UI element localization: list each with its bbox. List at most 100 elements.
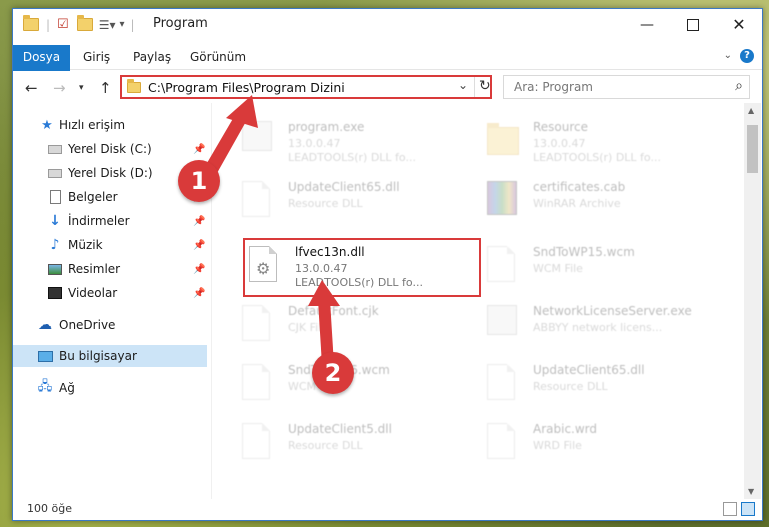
item-count: 100 öğe (27, 502, 72, 515)
computer-icon (37, 348, 53, 364)
dll-icon (242, 181, 274, 219)
recent-locations-icon[interactable]: ▾ (79, 83, 84, 93)
separator (474, 77, 475, 97)
pin-icon[interactable]: 📌 (193, 216, 205, 227)
folder-icon (487, 121, 519, 159)
file-detail: Resource DLL (288, 197, 363, 210)
sidebar-item-quick-access[interactable]: ★ Hızlı erişim (13, 114, 207, 136)
tab-giris[interactable]: Giriş (83, 45, 110, 69)
file-item[interactable]: SndToWP15.wcm WCM File (483, 240, 713, 288)
search-icon[interactable]: ⌕ (735, 78, 743, 94)
chevron-down-icon[interactable]: ⌄ (458, 78, 468, 92)
scroll-thumb[interactable] (747, 125, 758, 173)
up-arrow-icon[interactable]: ↑ (99, 79, 112, 97)
file-name: NetworkLicenseServer.exe (533, 304, 692, 318)
sidebar-item-label: Bu bilgisayar (59, 349, 137, 363)
file-detail: WRD File (533, 439, 582, 452)
properties-icon[interactable]: ☑ (57, 17, 69, 32)
sidebar-item-network[interactable]: 🖧 Ağ (13, 377, 207, 399)
pin-icon[interactable]: 📌 (193, 264, 205, 275)
file-detail: Resource DLL (288, 439, 363, 452)
file-name: DefaultFont.cjk (288, 304, 379, 318)
scroll-up-icon[interactable]: ▲ (748, 106, 754, 115)
file-item[interactable]: certificates.cab WinRAR Archive (483, 175, 713, 223)
file-item[interactable]: DefaultFont.cjk CJK File (238, 299, 468, 347)
customize-icon[interactable]: ☰▾ (99, 18, 116, 32)
file-item[interactable]: Arabic.wrd WRD File (483, 417, 713, 465)
minimize-button[interactable]: — (624, 9, 670, 40)
file-item[interactable]: UpdateClient65.dll Resource DLL (483, 358, 713, 406)
folder-icon (23, 15, 39, 31)
address-path[interactable]: C:\Program Files\Program Dizini (148, 80, 345, 95)
pin-icon[interactable]: 📌 (193, 144, 205, 155)
video-icon (47, 285, 63, 301)
file-item[interactable]: NetworkLicenseServer.exe ABBYY network l… (483, 299, 713, 347)
file-item[interactable]: UpdateClient65.dll Resource DLL (238, 175, 468, 223)
file-item[interactable]: UpdateClient5.dll Resource DLL (238, 417, 468, 465)
file-detail: LEADTOOLS(r) DLL fo... (288, 151, 416, 164)
pictures-icon (47, 261, 63, 277)
file-icon (242, 364, 274, 402)
sidebar-item-this-pc[interactable]: Bu bilgisayar (13, 345, 207, 367)
window-title: Program (153, 16, 208, 31)
status-bar: 100 öğe (13, 499, 762, 520)
file-item[interactable]: Resource 13.0.0.47 LEADTOOLS(r) DLL fo..… (483, 115, 713, 164)
tab-paylas[interactable]: Paylaş (133, 45, 171, 69)
sidebar-item-local-disk-c[interactable]: Yerel Disk (C:) 📌 (13, 138, 207, 160)
refresh-icon[interactable]: ↻ (479, 78, 491, 94)
pin-icon[interactable]: 📌 (193, 288, 205, 299)
file-detail: Resource DLL (533, 380, 608, 393)
file-name: program.exe (288, 120, 365, 134)
file-list: program.exe 13.0.0.47 LEADTOOLS(r) DLL f… (213, 103, 743, 499)
address-bar[interactable]: C:\Program Files\Program Dizini ⌄ ↻ (120, 75, 492, 99)
file-item[interactable]: SndToWP16.wcm WCM File (238, 358, 468, 406)
forward-arrow-icon[interactable]: → (53, 79, 66, 97)
sidebar-item-music[interactable]: ♪ Müzik 📌 (13, 234, 207, 256)
dll-icon (487, 364, 519, 402)
file-icon (487, 423, 519, 461)
search-box[interactable]: Ara: Program ⌕ (503, 75, 750, 99)
new-folder-icon[interactable] (76, 15, 93, 31)
drive-icon (47, 141, 63, 157)
ribbon-tabs: Dosya Giriş Paylaş Görünüm ⌄ ? (13, 45, 762, 93)
scroll-down-icon[interactable]: ▼ (748, 487, 754, 496)
sidebar-item-onedrive[interactable]: ☁ OneDrive (13, 314, 207, 336)
sidebar-item-label: Belgeler (68, 190, 118, 204)
file-item[interactable]: program.exe 13.0.0.47 LEADTOOLS(r) DLL f… (238, 115, 468, 164)
file-name: UpdateClient65.dll (288, 180, 400, 194)
ribbon-expand-icon[interactable]: ⌄ (724, 50, 732, 61)
chevron-down-icon[interactable]: ▾ (119, 19, 124, 30)
tab-gorunum[interactable]: Görünüm (190, 45, 246, 69)
search-placeholder[interactable]: Ara: Program (514, 80, 593, 94)
sidebar-item-label: Videolar (68, 286, 118, 300)
close-button[interactable]: ✕ (716, 9, 762, 40)
explorer-window: | ☑ ☰▾ ▾ | Program — ✕ Dosya Giriş Payla… (12, 8, 763, 521)
sidebar-item-label: Yerel Disk (D:) (68, 166, 153, 180)
help-icon[interactable]: ? (740, 49, 754, 63)
file-name: SndToWP15.wcm (533, 245, 635, 259)
music-icon: ♪ (50, 237, 60, 253)
pin-icon[interactable]: 📌 (193, 240, 205, 251)
maximize-button[interactable] (670, 9, 716, 40)
sidebar-item-label: Yerel Disk (C:) (68, 142, 152, 156)
sidebar-item-label: Hızlı erişim (59, 118, 126, 132)
pane-divider[interactable] (211, 103, 212, 499)
file-name: Resource (533, 120, 589, 134)
sidebar-item-label: İndirmeler (68, 214, 130, 228)
file-detail: 13.0.0.47 (288, 137, 341, 150)
maximize-icon (687, 18, 699, 31)
drive-icon (47, 165, 63, 181)
file-name: UpdateClient5.dll (288, 422, 392, 436)
folder-icon (127, 79, 141, 93)
details-view-icon[interactable] (723, 502, 737, 516)
dll-icon (242, 423, 274, 461)
sidebar-item-documents[interactable]: Belgeler 📌 (13, 186, 207, 208)
sidebar-item-downloads[interactable]: ↓ İndirmeler 📌 (13, 210, 207, 232)
archive-icon (487, 181, 519, 219)
back-arrow-icon[interactable]: ← (25, 79, 38, 97)
sidebar-item-label: Müzik (68, 238, 103, 252)
sidebar-item-pictures[interactable]: Resimler 📌 (13, 258, 207, 280)
sidebar-item-videos[interactable]: Videolar 📌 (13, 282, 207, 304)
tiles-view-icon[interactable] (741, 502, 755, 516)
vertical-scrollbar[interactable]: ▲ ▼ (744, 103, 761, 499)
